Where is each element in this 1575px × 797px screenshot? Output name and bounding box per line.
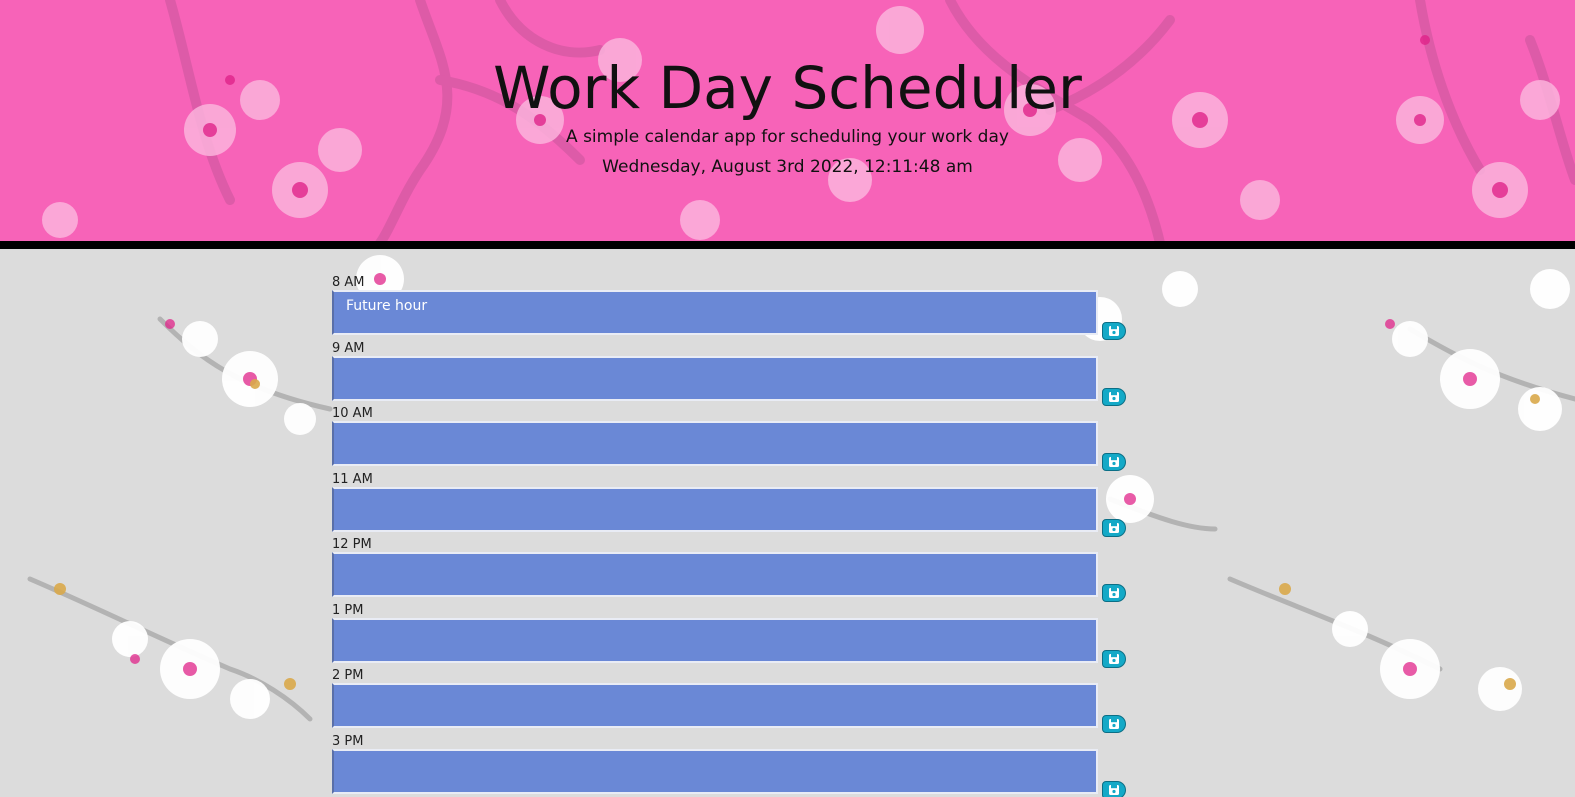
floppy-disk-icon — [1109, 391, 1119, 402]
header: Work Day Scheduler A simple calendar app… — [0, 0, 1575, 243]
hour-label: 1 PM — [332, 602, 364, 618]
save-button[interactable] — [1102, 518, 1126, 537]
save-button[interactable] — [1102, 453, 1126, 471]
floppy-disk-icon — [1109, 522, 1119, 533]
hour-label: 3 PM — [332, 733, 364, 749]
scheduler-container: 8 AM 9 AM 10 AM 11 AM 12 PM 1 PM 2 PM 3 PM — [0, 249, 1575, 797]
floppy-disk-icon — [1109, 719, 1119, 729]
time-block: 12 PM — [332, 537, 1152, 603]
floppy-disk-icon — [1109, 653, 1119, 664]
time-block: 2 PM — [332, 668, 1152, 734]
hour-label: 11 AM — [332, 471, 373, 487]
time-block: 3 PM — [332, 734, 1152, 797]
time-block: 8 AM — [332, 275, 1152, 341]
save-button[interactable] — [1102, 387, 1126, 406]
time-block: 10 AM — [332, 406, 1152, 472]
page-subtitle: A simple calendar app for scheduling you… — [566, 127, 1009, 147]
time-slots: 8 AM 9 AM 10 AM 11 AM 12 PM 1 PM 2 PM 3 PM — [332, 275, 1152, 797]
hour-label: 2 PM — [332, 668, 364, 683]
hour-label: 10 AM — [332, 406, 373, 421]
save-button[interactable] — [1102, 322, 1126, 340]
event-description-input[interactable] — [332, 421, 1098, 466]
header-divider — [0, 241, 1575, 249]
time-block: 11 AM — [332, 472, 1152, 538]
floppy-disk-icon — [1109, 588, 1119, 598]
save-button[interactable] — [1102, 649, 1126, 668]
event-description-input[interactable] — [332, 683, 1098, 728]
hour-label: 12 PM — [332, 537, 372, 552]
event-description-input[interactable] — [332, 486, 1098, 532]
event-description-input[interactable] — [332, 552, 1098, 597]
event-description-input[interactable] — [332, 748, 1098, 794]
event-description-input[interactable] — [332, 290, 1098, 335]
event-description-input[interactable] — [332, 617, 1098, 663]
hour-label: 8 AM — [332, 275, 365, 290]
hour-label: 9 AM — [332, 340, 365, 356]
page-title: Work Day Scheduler — [493, 54, 1082, 122]
current-datetime: Wednesday, August 3rd 2022, 12:11:48 am — [602, 157, 973, 177]
save-button[interactable] — [1102, 584, 1126, 602]
floppy-disk-icon — [1109, 784, 1119, 795]
save-button[interactable] — [1102, 715, 1126, 733]
floppy-disk-icon — [1109, 457, 1119, 467]
event-description-input[interactable] — [332, 355, 1098, 401]
time-block: 1 PM — [332, 603, 1152, 669]
time-block: 9 AM — [332, 341, 1152, 407]
save-button[interactable] — [1102, 780, 1126, 797]
floppy-disk-icon — [1109, 326, 1119, 336]
